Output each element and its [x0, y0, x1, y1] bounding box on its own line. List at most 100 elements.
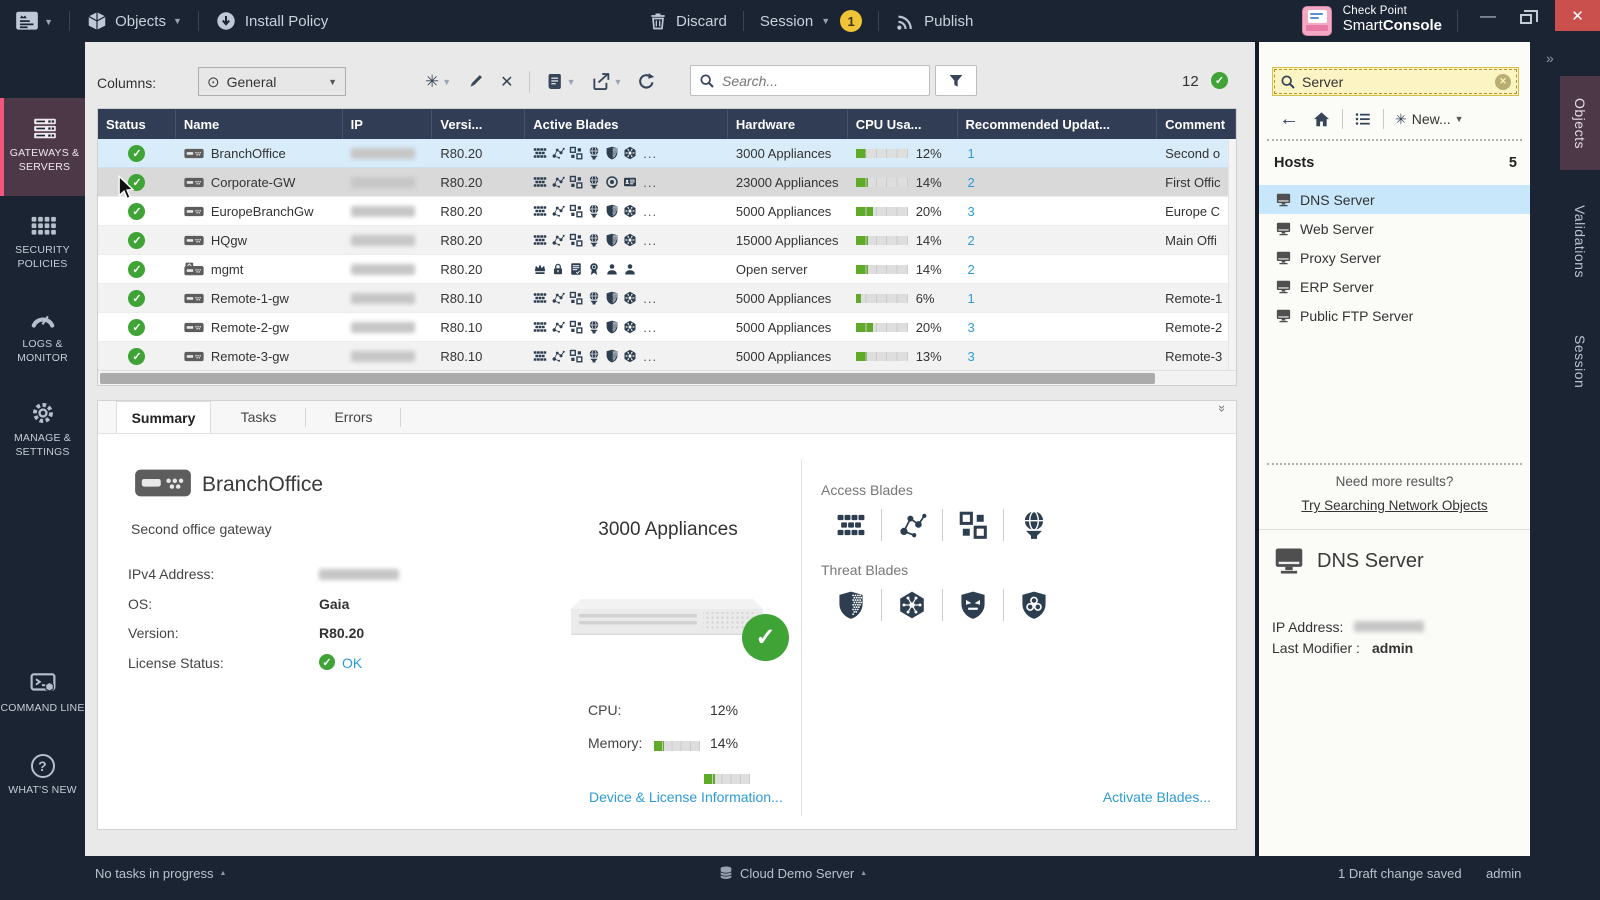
- user-blade-icon: [623, 262, 637, 276]
- recommended-updates-link[interactable]: 2: [958, 226, 1158, 254]
- column-header-comment[interactable]: Comment: [1157, 109, 1236, 139]
- sidebar-item-gateways-servers[interactable]: GATEWAYS & SERVERS: [0, 98, 85, 196]
- session-button[interactable]: Session ▼: [760, 13, 830, 30]
- host-item-dns-server[interactable]: DNS Server: [1259, 185, 1530, 214]
- recommended-updates-link[interactable]: 2: [958, 255, 1158, 283]
- collapse-pane-icon[interactable]: »: [1215, 405, 1230, 412]
- summary-pane: Summary Tasks Errors » BranchOffice Seco…: [97, 400, 1237, 830]
- chevron-down-icon: ▼: [442, 77, 451, 87]
- refresh-button[interactable]: [637, 72, 656, 91]
- new-button[interactable]: ✳▼: [425, 72, 451, 92]
- tab-session[interactable]: Session: [1560, 314, 1600, 410]
- divider: [1457, 10, 1458, 32]
- host-item-web-server[interactable]: Web Server: [1259, 214, 1530, 243]
- clear-search-icon[interactable]: ✕: [1495, 74, 1511, 90]
- sidebar-item-label: MANAGE & SETTINGS: [14, 432, 71, 458]
- column-header-cpu-usa[interactable]: CPU Usa...: [848, 109, 958, 139]
- gateway-search[interactable]: [690, 65, 930, 96]
- restore-button[interactable]: [1520, 14, 1532, 24]
- horizontal-scrollbar[interactable]: [98, 370, 1236, 385]
- column-header-name[interactable]: Name: [176, 109, 343, 139]
- host-item-public-ftp-server[interactable]: Public FTP Server: [1259, 301, 1530, 330]
- new-object-button[interactable]: ✳ New... ▼: [1395, 111, 1464, 128]
- table-row-remote-3-gw[interactable]: ✓ Remote-3-gw R80.10 ... 5000 Appliances…: [98, 342, 1236, 371]
- edit-button[interactable]: [466, 72, 485, 91]
- table-row-remote-2-gw[interactable]: ✓ Remote-2-gw R80.10 ... 5000 Appliances…: [98, 313, 1236, 342]
- host-item-proxy-server[interactable]: Proxy Server: [1259, 243, 1530, 272]
- sidebar-item-logs-monitor[interactable]: LOGS & MONITOR: [0, 306, 85, 365]
- sidebar-item-security-policies[interactable]: SECURITY POLICIES: [0, 212, 85, 271]
- ip-redacted: [351, 235, 415, 246]
- tab-validations[interactable]: Validations: [1560, 178, 1600, 304]
- column-header-recommended-updat[interactable]: Recommended Updat...: [958, 109, 1158, 139]
- delete-button[interactable]: ✕: [500, 72, 513, 92]
- vertical-scrollbar[interactable]: [1228, 139, 1236, 370]
- scrollbar-thumb[interactable]: [100, 373, 1155, 384]
- ips-blade-icon: [605, 320, 619, 334]
- result-count: 12: [1182, 73, 1199, 90]
- search-icon: [699, 73, 715, 89]
- tab-errors[interactable]: Errors: [306, 401, 401, 433]
- sidebar-item-command-line[interactable]: COMMAND LINE: [0, 670, 85, 716]
- scripts-button[interactable]: ▼: [545, 72, 576, 91]
- ips-blade-icon: [605, 349, 619, 363]
- activate-blades-link[interactable]: Activate Blades...: [1103, 789, 1211, 805]
- tasks-status[interactable]: No tasks in progress ▲: [95, 856, 226, 890]
- hardware-title: 3000 Appliances: [538, 519, 798, 541]
- column-header-hardware[interactable]: Hardware: [728, 109, 848, 139]
- divider: [1003, 589, 1004, 621]
- discard-button[interactable]: Discard: [648, 11, 727, 31]
- publish-button[interactable]: Publish: [895, 11, 973, 32]
- ip-address-redacted: [1354, 621, 1424, 632]
- close-button[interactable]: ✕: [1555, 0, 1600, 31]
- divider: [69, 11, 70, 31]
- column-header-status[interactable]: Status: [98, 109, 176, 139]
- objects-menu-button[interactable]: Objects ▼: [86, 10, 182, 32]
- back-button[interactable]: ←: [1279, 108, 1299, 131]
- minimize-button[interactable]: —: [1478, 8, 1498, 26]
- table-row-europebranchgw[interactable]: ✓ EuropeBranchGw R80.20 ... 5000 Applian…: [98, 197, 1236, 226]
- columns-profile-dropdown[interactable]: ⊙ General ▼: [198, 67, 346, 96]
- table-row-hqgw[interactable]: ✓ HQgw R80.20 ... 15000 Appliances 14% 2…: [98, 226, 1236, 255]
- table-row-mgmt[interactable]: ✓ mgmt R80.20 Open server 14% 2: [98, 255, 1236, 284]
- recommended-updates-link[interactable]: 3: [958, 342, 1158, 370]
- objects-menu-label: Objects: [115, 13, 166, 30]
- search-input[interactable]: [722, 73, 902, 89]
- server-status[interactable]: Cloud Demo Server ▲: [718, 856, 867, 890]
- license-status-value[interactable]: OK: [342, 655, 362, 671]
- qr-blade-icon: [569, 175, 583, 189]
- column-header-active-blades[interactable]: Active Blades: [525, 109, 728, 139]
- list-view-button[interactable]: [1354, 110, 1372, 128]
- device-license-link[interactable]: Device & License Information...: [589, 789, 783, 805]
- sidebar-item-label: GATEWAYS & SERVERS: [10, 147, 79, 173]
- table-row-branchoffice[interactable]: ✓ BranchOffice R80.20 ... 3000 Appliance…: [98, 139, 1236, 168]
- table-row-corporate-gw[interactable]: ✓ Corporate-GW R80.20 ... 23000 Applianc…: [98, 168, 1236, 197]
- column-header-ip[interactable]: IP: [343, 109, 433, 139]
- recommended-updates-link[interactable]: 1: [958, 139, 1158, 167]
- app-menu-button[interactable]: ▼: [14, 8, 53, 34]
- tab-objects[interactable]: Objects: [1560, 76, 1600, 170]
- session-changes-badge[interactable]: 1: [840, 10, 862, 32]
- recommended-updates-link[interactable]: 1: [958, 284, 1158, 312]
- recommended-updates-link[interactable]: 3: [958, 197, 1158, 225]
- objects-search-input[interactable]: [1302, 74, 1472, 90]
- sidebar-item-whats-new[interactable]: ? WHAT'S NEW: [0, 754, 85, 798]
- expand-panel-icon[interactable]: »: [1546, 50, 1554, 66]
- cluster-blade-icon: [551, 146, 565, 160]
- table-row-remote-1-gw[interactable]: ✓ Remote-1-gw R80.10 ... 5000 Appliances…: [98, 284, 1236, 313]
- logged-in-user[interactable]: admin: [1486, 856, 1521, 890]
- filter-button[interactable]: [935, 65, 977, 96]
- objects-search[interactable]: ✕: [1272, 67, 1519, 96]
- try-searching-link[interactable]: Try Searching Network Objects: [1259, 498, 1530, 513]
- install-policy-button[interactable]: Install Policy: [215, 10, 328, 32]
- sidebar-item-manage-settings[interactable]: MANAGE & SETTINGS: [0, 400, 85, 459]
- export-button[interactable]: ▼: [591, 72, 623, 92]
- column-header-versi[interactable]: Versi...: [432, 109, 525, 139]
- host-item-erp-server[interactable]: ERP Server: [1259, 272, 1530, 301]
- recommended-updates-link[interactable]: 2: [958, 168, 1158, 196]
- all-ok-status-icon: ✓: [1211, 72, 1228, 89]
- home-button[interactable]: [1312, 110, 1331, 129]
- recommended-updates-link[interactable]: 3: [958, 313, 1158, 341]
- tab-tasks[interactable]: Tasks: [211, 401, 306, 433]
- tab-summary[interactable]: Summary: [116, 401, 211, 433]
